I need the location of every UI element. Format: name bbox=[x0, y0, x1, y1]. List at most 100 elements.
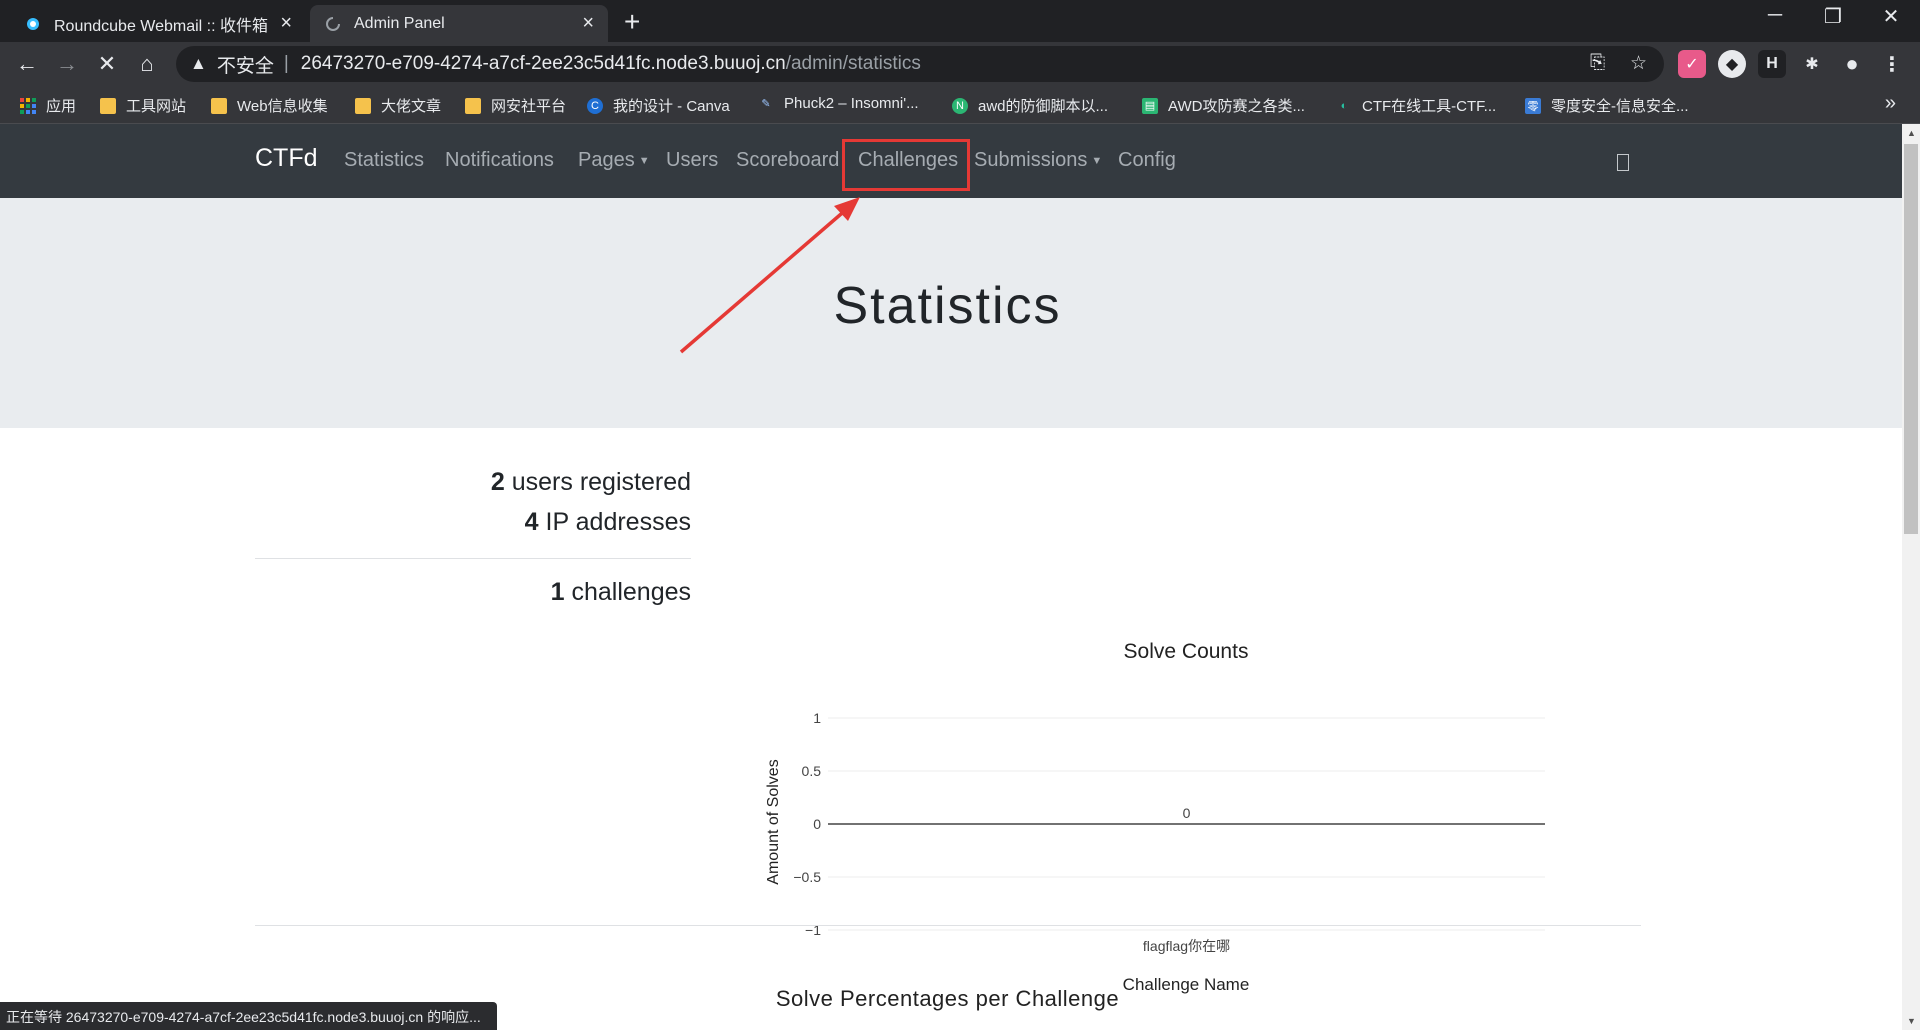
roundcube-favicon-icon bbox=[24, 15, 42, 33]
loading-favicon-icon bbox=[324, 15, 342, 33]
chart-bars: 0 bbox=[1183, 805, 1191, 821]
bookmarks-overflow-icon[interactable]: » bbox=[1885, 92, 1896, 115]
bookmark-ctf-tools[interactable]: ◐ CTF在线工具-CTF... bbox=[1336, 95, 1496, 116]
browser-tab-strip: Roundcube Webmail :: 收件箱 × Admin Panel ×… bbox=[0, 0, 1920, 42]
nav-label: Notifications bbox=[445, 149, 554, 171]
bookmark-awd-defense[interactable]: N awd的防御脚本以... bbox=[952, 95, 1108, 116]
loading-status-bubble: 正在等待 26473270-e709-4274-a7cf-2ee23c5d41f… bbox=[0, 1002, 497, 1030]
nav-config[interactable]: Config bbox=[1118, 149, 1176, 172]
bookmark-label: Web信息收集 bbox=[237, 98, 328, 115]
scroll-up-arrow-icon[interactable]: ▲ bbox=[1907, 128, 1916, 138]
ip-count: 4 bbox=[524, 508, 539, 536]
url-separator: | bbox=[283, 53, 289, 74]
extension-icon[interactable]: ✓ bbox=[1678, 50, 1706, 78]
warning-icon[interactable]: ▲ bbox=[190, 54, 207, 74]
restore-icon[interactable]: ❐ bbox=[1813, 4, 1853, 29]
bookmark-folder[interactable]: 网安社平台 bbox=[465, 95, 566, 116]
bookmark-star-icon[interactable]: ☆ bbox=[1630, 52, 1647, 75]
chart-y-tick-label: 0 bbox=[813, 816, 821, 832]
translate-icon[interactable]: ⎘ bbox=[1590, 52, 1605, 74]
solve-counts-chart[interactable]: Solve Counts 10.50−0.5−1 0 flagflag你在哪 C… bbox=[750, 494, 1610, 1014]
bookmark-canva[interactable]: C 我的设计 - Canva bbox=[587, 95, 730, 116]
ip-addresses-stat: 4 IP addresses bbox=[525, 508, 691, 537]
fox-extension-icon[interactable]: ◆ bbox=[1718, 50, 1746, 78]
folder-icon bbox=[465, 97, 481, 114]
nav-scoreboard[interactable]: Scoreboard bbox=[736, 149, 839, 172]
tab-close-icon[interactable]: × bbox=[582, 12, 594, 35]
browser-tab-admin-panel[interactable]: Admin Panel × bbox=[310, 5, 608, 42]
caret-down-icon: ▼ bbox=[1091, 154, 1103, 167]
nav-label: Users bbox=[666, 149, 719, 171]
section-divider bbox=[255, 925, 1641, 926]
folder-icon bbox=[100, 97, 116, 114]
address-bar[interactable]: ▲ 不安全 | 26473270-e709-4274-a7cf-2ee23c5d… bbox=[176, 46, 1664, 82]
nav-label: Pages bbox=[578, 149, 635, 171]
bookmark-phuck2[interactable]: ✎ Phuck2 – Insomni'... bbox=[758, 95, 919, 112]
challenges-stat: 1 challenges bbox=[551, 578, 691, 607]
users-label: users registered bbox=[511, 468, 691, 496]
url-path: /admin/statistics bbox=[785, 53, 921, 74]
bookmark-apps[interactable]: 应用 bbox=[20, 95, 76, 116]
nav-label: Scoreboard bbox=[736, 149, 840, 171]
browser-menu-icon[interactable]: ⋮ bbox=[1878, 50, 1906, 78]
bookmark-label: 大佬文章 bbox=[381, 98, 442, 115]
page-scrollbar[interactable]: ▲ ▼ bbox=[1902, 124, 1920, 1030]
bookmark-awd-attack[interactable]: ▤ AWD攻防赛之各类... bbox=[1142, 95, 1305, 116]
bookmark-label: 网安社平台 bbox=[491, 98, 567, 115]
apps-grid-icon bbox=[20, 97, 36, 114]
security-label[interactable]: 不安全 bbox=[217, 51, 274, 78]
browser-toolbar: ← → ✕ ⌂ ▲ 不安全 | 26473270-e709-4274-a7cf-… bbox=[0, 42, 1920, 86]
chart-data-label: 0 bbox=[1183, 805, 1191, 821]
ip-label: IP addresses bbox=[545, 508, 691, 536]
nav-label: Statistics bbox=[344, 149, 425, 171]
browser-tab-roundcube[interactable]: Roundcube Webmail :: 收件箱 × bbox=[10, 5, 306, 42]
scroll-down-arrow-icon[interactable]: ▼ bbox=[1907, 1016, 1916, 1026]
tab-title: Roundcube Webmail :: 收件箱 bbox=[54, 17, 269, 35]
bookmark-label: 工具网站 bbox=[126, 98, 187, 115]
stop-loading-icon[interactable]: ✕ bbox=[92, 50, 122, 78]
minimize-icon[interactable]: ─ bbox=[1755, 4, 1795, 27]
url-host: 26473270-e709-4274-a7cf-2ee23c5d41fc.nod… bbox=[300, 53, 786, 74]
nav-statistics[interactable]: Statistics bbox=[344, 149, 424, 172]
bookmark-label: 应用 bbox=[46, 98, 77, 115]
users-count: 2 bbox=[490, 468, 505, 496]
h-extension-icon[interactable]: H bbox=[1758, 50, 1786, 78]
chart-x-tick-label: flagflag你在哪 bbox=[1143, 938, 1230, 954]
bookmarks-bar: 应用 工具网站 Web信息收集 大佬文章 网安社平台 C 我的设计 - Canv… bbox=[0, 86, 1920, 124]
zero-site-icon: 零 bbox=[1525, 97, 1541, 114]
challenges-highlight-box bbox=[842, 139, 970, 191]
bookmark-folder[interactable]: 工具网站 bbox=[100, 95, 186, 116]
bookmark-label: AWD攻防赛之各类... bbox=[1168, 98, 1305, 115]
forward-arrow-icon[interactable]: → bbox=[52, 50, 82, 78]
chart-y-tick-label: 1 bbox=[813, 710, 821, 726]
page-icon: ✎ bbox=[761, 98, 771, 110]
brand-link[interactable]: CTFd bbox=[255, 144, 318, 173]
challenges-label: challenges bbox=[571, 578, 691, 606]
page-title: Statistics bbox=[833, 277, 1062, 335]
home-icon[interactable]: ⌂ bbox=[132, 50, 162, 78]
close-window-icon[interactable]: ✕ bbox=[1871, 4, 1911, 29]
tab-close-icon[interactable]: × bbox=[280, 12, 292, 35]
new-tab-icon[interactable]: + bbox=[624, 8, 640, 36]
folder-icon bbox=[355, 97, 371, 114]
stats-divider bbox=[255, 558, 691, 559]
caret-down-icon: ▼ bbox=[638, 154, 650, 167]
bookmark-folder[interactable]: 大佬文章 bbox=[355, 95, 441, 116]
bookmark-label: Phuck2 – Insomni'... bbox=[784, 95, 919, 112]
theme-toggle-icon[interactable] bbox=[1617, 154, 1629, 171]
back-arrow-icon[interactable]: ← bbox=[12, 50, 42, 78]
puzzle-extensions-icon[interactable]: ✱ bbox=[1798, 50, 1826, 78]
nav-submissions[interactable]: Submissions ▼ bbox=[974, 149, 1102, 172]
profile-avatar-icon[interactable]: ● bbox=[1838, 50, 1866, 78]
challenges-count: 1 bbox=[550, 578, 565, 606]
bookmark-zero-security[interactable]: 零 零度安全-信息安全... bbox=[1525, 95, 1689, 116]
bookmark-label: awd的防御脚本以... bbox=[978, 98, 1109, 115]
scrollbar-thumb[interactable] bbox=[1904, 144, 1918, 534]
nav-notifications[interactable]: Notifications bbox=[445, 149, 554, 172]
chart-title: Solve Counts bbox=[1124, 640, 1249, 663]
nav-pages[interactable]: Pages ▼ bbox=[578, 149, 650, 172]
ctf-site-icon: ◐ bbox=[1340, 99, 1348, 112]
nav-users[interactable]: Users bbox=[666, 149, 718, 172]
bookmark-folder[interactable]: Web信息收集 bbox=[211, 95, 328, 116]
canva-icon: C bbox=[587, 97, 603, 114]
